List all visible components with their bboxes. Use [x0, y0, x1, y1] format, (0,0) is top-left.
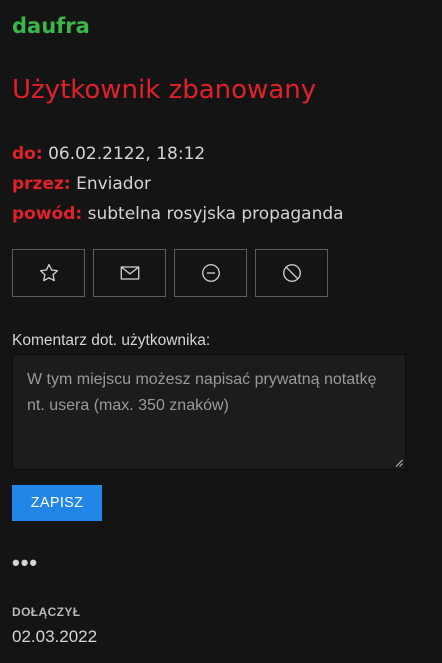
save-button[interactable]: ZAPISZ	[12, 485, 102, 521]
username[interactable]: daufra	[12, 12, 90, 40]
comment-textarea[interactable]: W tym miejscu możesz napisać prywatną no…	[12, 354, 406, 470]
joined-label: DOŁĄCZYŁ	[12, 605, 81, 619]
ban-reason-label: powód:	[12, 204, 83, 224]
message-button[interactable]	[93, 249, 166, 297]
joined-date: 02.03.2022	[12, 627, 98, 646]
block-icon	[282, 264, 301, 282]
comment-placeholder: W tym miejscu możesz napisać prywatną no…	[27, 371, 377, 414]
favorite-button[interactable]	[12, 249, 85, 297]
minus-circle-icon	[201, 264, 220, 282]
ignore-button[interactable]	[174, 249, 247, 297]
ban-until-label: do:	[12, 144, 43, 164]
user-actions	[12, 249, 328, 297]
ban-reason-value: subtelna rosyjska propaganda	[87, 204, 344, 224]
resize-grip-icon[interactable]	[395, 459, 403, 467]
block-button[interactable]	[255, 249, 328, 297]
ban-by-label: przez:	[12, 174, 71, 194]
comment-label: Komentarz dot. użytkownika:	[12, 332, 211, 349]
ban-details: do: 06.02.2122, 18:12 przez: Enviador po…	[12, 139, 344, 229]
star-icon	[39, 263, 58, 282]
ban-reason-row: powód: subtelna rosyjska propaganda	[12, 199, 344, 229]
ban-status-title: Użytkownik zbanowany	[12, 75, 317, 105]
envelope-icon	[120, 266, 139, 280]
more-options-button[interactable]: •••	[12, 552, 38, 574]
ban-until-value: 06.02.2122, 18:12	[48, 144, 206, 164]
ban-by-value: Enviador	[76, 174, 151, 194]
ban-by-row: przez: Enviador	[12, 169, 344, 199]
ban-until-row: do: 06.02.2122, 18:12	[12, 139, 344, 169]
